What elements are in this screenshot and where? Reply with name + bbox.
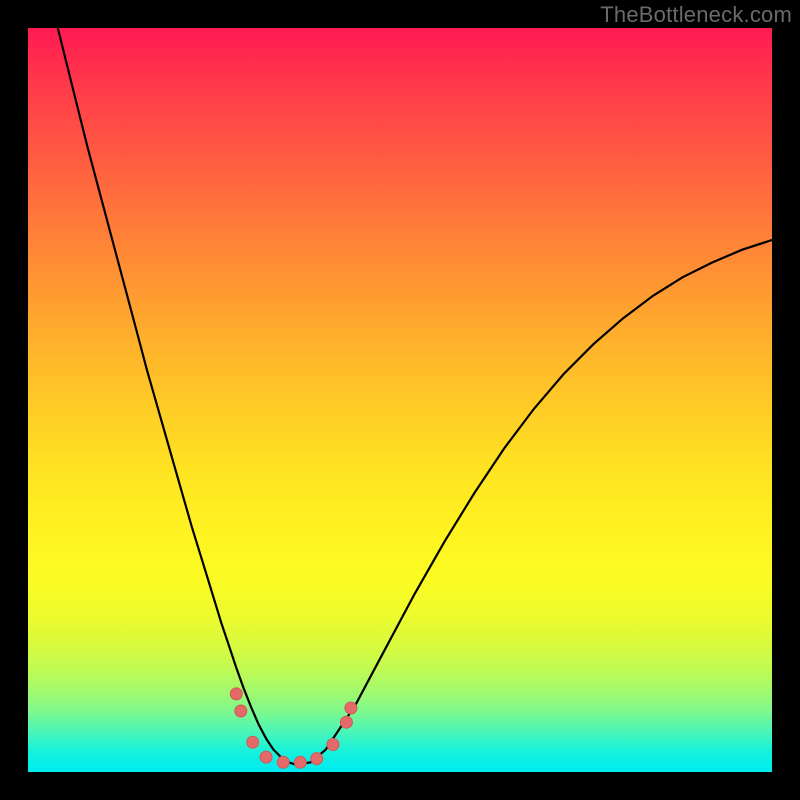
curve-marker-dot — [294, 756, 306, 768]
bottleneck-curve — [58, 28, 772, 765]
curve-marker-dot — [277, 756, 289, 768]
curve-marker-dot — [260, 751, 272, 763]
plot-svg — [28, 28, 772, 772]
curve-marker-dot — [340, 716, 352, 728]
curve-marker-dot — [311, 753, 323, 765]
curve-marker-dot — [345, 702, 357, 714]
watermark-text: TheBottleneck.com — [600, 2, 792, 28]
curve-marker-dot — [230, 688, 242, 700]
curve-marker-dot — [247, 736, 259, 748]
curve-marker-dot — [235, 705, 247, 717]
curve-marker-dot — [327, 739, 339, 751]
plot-area — [28, 28, 772, 772]
outer-frame: TheBottleneck.com — [0, 0, 800, 800]
